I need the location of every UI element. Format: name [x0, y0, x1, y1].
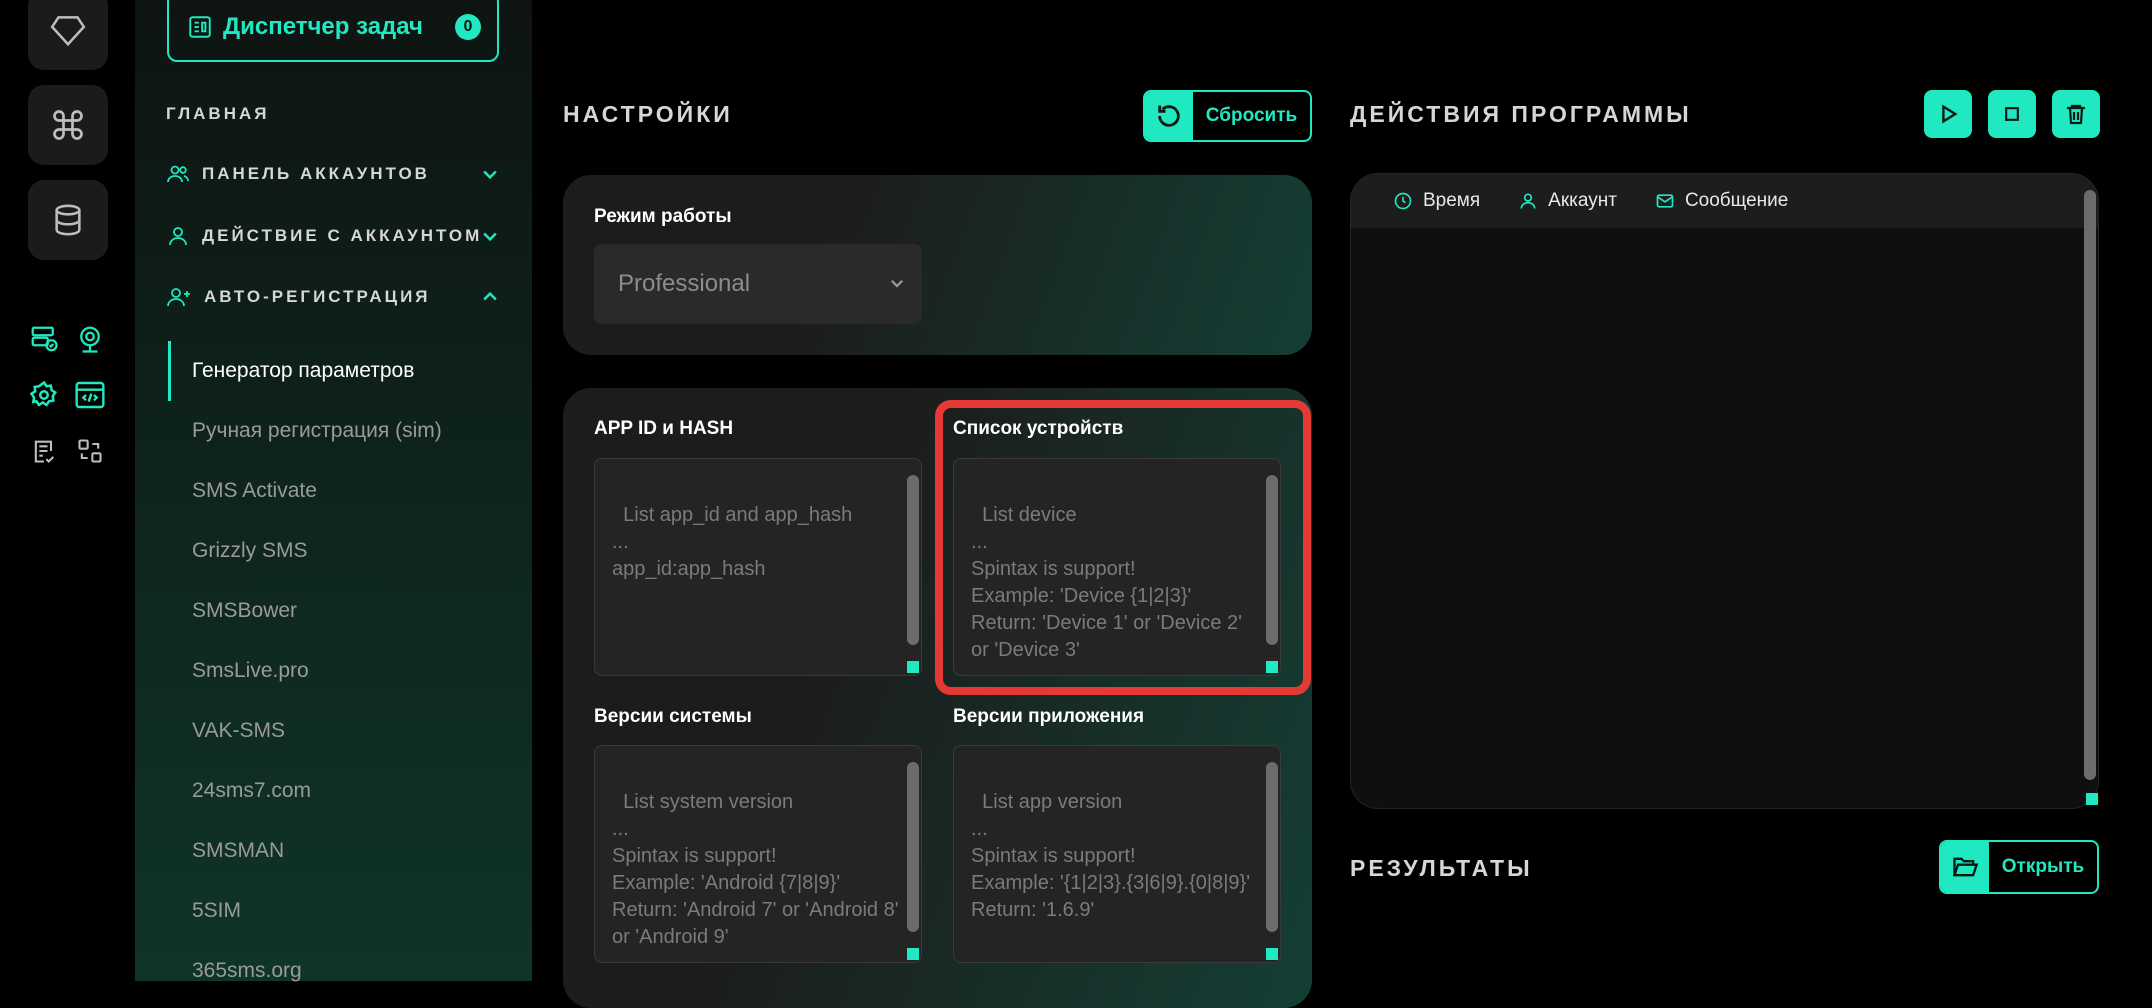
user-plus-icon [167, 288, 190, 307]
sidebar-item-smslive[interactable]: SmsLive.pro [192, 659, 309, 683]
log-column-message: Сообщение [1655, 190, 1788, 212]
sidebar-item-smsman[interactable]: SMSMAN [192, 839, 284, 863]
active-indicator [168, 341, 171, 401]
sidebar-item-5sim[interactable]: 5SIM [192, 899, 241, 923]
open-label: Открыть [2001, 856, 2085, 877]
icon-rail [0, 0, 135, 981]
app-versions-textarea[interactable]: List app version ... Spintax is support!… [953, 745, 1281, 963]
chevron-up-icon [483, 291, 497, 301]
app-id-placeholder: List app_id and app_hash ... app_id:app_… [612, 504, 853, 580]
app-id-textarea[interactable]: List app_id and app_hash ... app_id:app_… [594, 458, 922, 676]
refresh-icon [1158, 105, 1180, 127]
task-manager-icon [189, 16, 211, 38]
mode-select[interactable]: Professional [594, 244, 922, 324]
stop-icon [2005, 107, 2019, 121]
scrollbar[interactable] [907, 762, 919, 932]
tasks-button[interactable] [27, 434, 61, 468]
open-results-button[interactable]: Открыть [1939, 840, 2099, 894]
trash-icon [2067, 104, 2085, 125]
sidebar-group-label: ПАНЕЛЬ АККАУНТОВ [202, 164, 430, 183]
users-icon [167, 165, 189, 183]
log-column-label: Аккаунт [1548, 190, 1617, 211]
log-header: Время Аккаунт Сообщение [1351, 174, 2098, 228]
convert-icon [78, 439, 102, 463]
sidebar: Диспетчер задач 0 ГЛАВНАЯ ПАНЕЛЬ АККАУНТ… [135, 0, 532, 983]
command-icon [53, 110, 83, 140]
log-scrollbar[interactable] [2084, 190, 2096, 780]
sidebar-item-24sms7[interactable]: 24sms7.com [192, 779, 311, 803]
log-column-label: Сообщение [1684, 190, 1789, 211]
diamond-icon [50, 16, 86, 47]
log-column-label: Время [1423, 190, 1481, 211]
play-button[interactable] [1924, 90, 1972, 138]
mode-label: Режим работы [594, 206, 732, 227]
scrollbar[interactable] [907, 475, 919, 645]
clear-log-button[interactable] [2052, 90, 2100, 138]
reset-label: Сбросить [1205, 105, 1298, 126]
task-count-badge: 0 [455, 14, 481, 40]
gear-icon [29, 380, 57, 407]
folder-open-icon [1952, 857, 1979, 877]
app-versions-label: Версии приложения [953, 706, 1145, 727]
task-manager-button[interactable]: Диспетчер задач 0 [167, 0, 499, 62]
code-window-icon [75, 381, 105, 409]
code-button[interactable] [73, 378, 107, 412]
settings-button[interactable] [27, 378, 61, 412]
convert-button[interactable] [73, 434, 107, 468]
resize-handle[interactable] [907, 661, 919, 673]
mail-icon [1656, 194, 1674, 208]
stop-button[interactable] [1988, 90, 2036, 138]
checklist-icon [34, 440, 55, 463]
actions-title: ДЕЙСТВИЯ ПРОГРАММЫ [1350, 101, 1692, 127]
scrollbar[interactable] [1266, 762, 1278, 932]
highlight-box [935, 400, 1311, 695]
system-versions-textarea[interactable]: List system version ... Spintax is suppo… [594, 745, 922, 963]
app-versions-placeholder: List app version ... Spintax is support!… [971, 791, 1251, 921]
chevron-down-icon [890, 279, 904, 288]
database-button[interactable] [28, 180, 108, 260]
sidebar-group-account-actions[interactable]: ДЕЙСТВИЕ С АККАУНТОМ [166, 221, 506, 251]
sidebar-group-accounts-panel[interactable]: ПАНЕЛЬ АККАУНТОВ [166, 159, 506, 189]
system-versions-placeholder: List system version ... Spintax is suppo… [612, 791, 899, 948]
reset-button[interactable]: Сбросить [1143, 90, 1312, 142]
chevron-down-icon [483, 170, 497, 180]
sidebar-item-param-generator[interactable]: Генератор параметров [192, 359, 414, 383]
chevron-down-icon [483, 232, 497, 242]
shortcuts-button[interactable] [28, 85, 108, 165]
sidebar-item-365sms[interactable]: 365sms.org [192, 959, 302, 983]
server-check-button[interactable] [27, 322, 61, 356]
proxy-button[interactable] [73, 322, 107, 356]
log-column-account: Аккаунт [1518, 190, 1617, 212]
sidebar-item-sms-activate[interactable]: SMS Activate [192, 479, 317, 503]
main-heading: ГЛАВНАЯ [166, 104, 270, 123]
sidebar-item-vak-sms[interactable]: VAK-SMS [192, 719, 285, 743]
webcam-icon [80, 326, 100, 353]
play-icon [1942, 104, 1958, 124]
results-title: РЕЗУЛЬТАТЫ [1350, 855, 1533, 881]
app-id-label: APP ID и HASH [594, 418, 734, 439]
settings-title: НАСТРОЙКИ [563, 101, 733, 127]
user-icon [169, 227, 187, 246]
clock-icon [1394, 192, 1412, 210]
log-resize-handle[interactable] [2086, 793, 2098, 805]
resize-handle[interactable] [1266, 948, 1278, 960]
sidebar-item-grizzly-sms[interactable]: Grizzly SMS [192, 539, 308, 563]
system-versions-label: Версии системы [594, 706, 752, 727]
sidebar-item-smsbower[interactable]: SMSBower [192, 599, 297, 623]
resize-handle[interactable] [907, 948, 919, 960]
mode-value: Professional [618, 270, 751, 297]
task-manager-label: Диспетчер задач [223, 13, 423, 40]
actions-log[interactable]: Время Аккаунт Сообщение [1350, 173, 2099, 809]
sidebar-group-auto-registration[interactable]: АВТО-РЕГИСТРАЦИЯ [166, 282, 506, 312]
user-icon [1520, 193, 1536, 209]
server-check-icon [31, 326, 58, 352]
premium-button[interactable] [28, 0, 108, 70]
sidebar-item-manual-registration[interactable]: Ручная регистрация (sim) [192, 419, 442, 443]
log-column-time: Время [1393, 190, 1480, 212]
sidebar-group-label: ДЕЙСТВИЕ С АККАУНТОМ [202, 226, 483, 245]
sidebar-group-label: АВТО-РЕГИСТРАЦИЯ [204, 287, 431, 306]
database-icon [55, 204, 81, 236]
